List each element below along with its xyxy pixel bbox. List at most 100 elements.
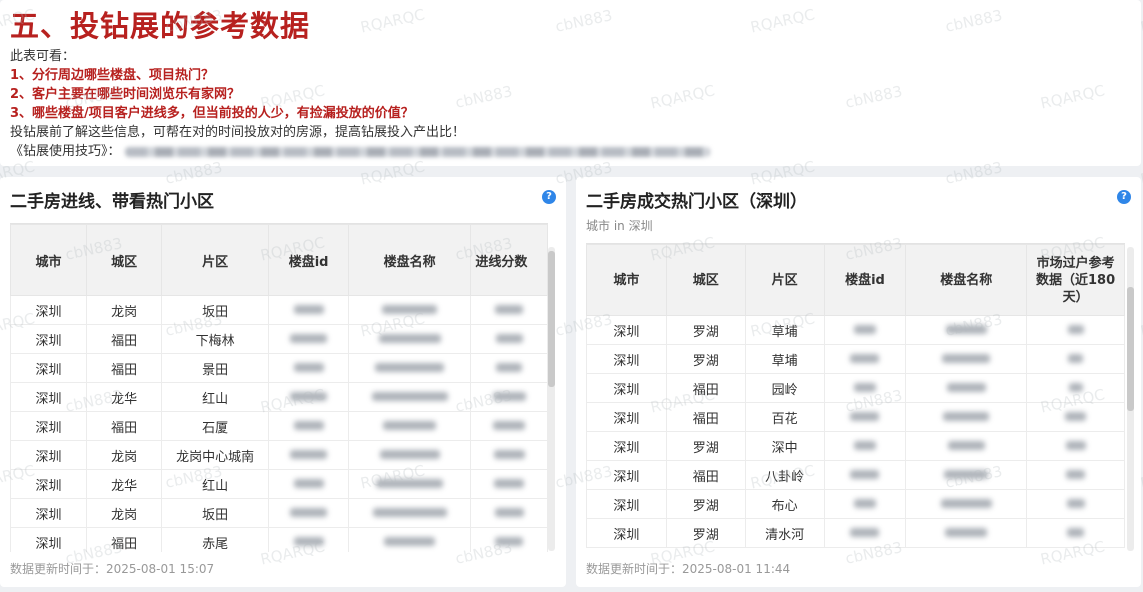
table-row[interactable]: 深圳 龙岗 坂田 — [10, 295, 548, 325]
cell-district: 龙岗 — [86, 498, 163, 528]
cell-blurred — [470, 527, 548, 552]
redacted-value — [850, 411, 880, 421]
table-row[interactable]: 深圳 福田 百花 — [586, 402, 1125, 432]
redacted-value — [496, 362, 523, 372]
cell-area: 红山 — [161, 382, 270, 412]
intro-text: 此表可看： — [10, 49, 76, 64]
table-row[interactable]: 深圳 福田 景田 — [10, 353, 548, 383]
table-row[interactable]: 深圳 罗湖 清水河 — [586, 518, 1125, 548]
cell-blurred — [905, 315, 1028, 345]
redacted-value — [947, 440, 985, 450]
right-scroll-thumb[interactable] — [1127, 287, 1134, 411]
col-lead-score[interactable]: 进线分数 — [470, 224, 548, 296]
cell-district: 福田 — [665, 373, 746, 403]
right-panel-title: 二手房成交热门小区（深圳） — [586, 192, 807, 212]
col-city[interactable]: 城市 — [586, 244, 667, 316]
cell-district: 龙岗 — [86, 440, 163, 470]
cell-blurred — [823, 431, 907, 461]
table-row[interactable]: 深圳 福田 赤尾 — [10, 527, 548, 552]
table-row[interactable]: 深圳 罗湖 布心 — [586, 489, 1125, 519]
table-row[interactable]: 深圳 福田 石厦 — [10, 411, 548, 441]
table-row[interactable]: 深圳 福田 八卦岭 — [586, 460, 1125, 490]
cell-blurred — [347, 440, 472, 470]
cell-blurred — [470, 295, 548, 325]
left-table: 城市 城区 片区 楼盘id 楼盘名称 进线分数 深圳 龙岗 坂田 深圳 福田 下梅林 深圳福… — [10, 224, 548, 552]
col-transfer-data[interactable]: 市场过户参考数据（近180天） — [1026, 244, 1125, 316]
table-row[interactable]: 深圳 龙岗 坂田 — [10, 498, 548, 528]
col-city[interactable]: 城市 — [10, 224, 88, 296]
question-circle-icon[interactable]: ? — [1117, 190, 1131, 204]
redacted-value — [945, 527, 988, 537]
point-3: 3、哪些楼盘/项目客户进线多，但当前投的人少，有捡漏投放的价值？ — [10, 106, 414, 121]
redacted-value — [493, 449, 525, 459]
col-estate-id[interactable]: 楼盘id — [268, 224, 349, 296]
redacted-value — [1067, 527, 1085, 537]
redacted-value — [853, 382, 876, 392]
cell-blurred — [1026, 373, 1125, 403]
col-area[interactable]: 片区 — [161, 224, 270, 296]
col-estate-name[interactable]: 楼盘名称 — [905, 244, 1028, 316]
redacted-value — [290, 391, 328, 401]
tips-link-blurred[interactable] — [124, 146, 710, 157]
cell-area: 景田 — [161, 353, 270, 383]
right-scrollbar[interactable] — [1127, 247, 1134, 551]
cell-blurred — [470, 440, 548, 470]
cell-area: 布心 — [744, 489, 825, 519]
left-scroll-thumb[interactable] — [548, 251, 555, 387]
tips-label: 《钻展使用技巧》： — [10, 144, 121, 159]
question-circle-icon[interactable]: ? — [542, 190, 556, 204]
cell-district: 福田 — [665, 402, 746, 432]
col-district[interactable]: 城区 — [665, 244, 746, 316]
col-area[interactable]: 片区 — [744, 244, 825, 316]
cell-blurred — [905, 489, 1028, 519]
redacted-value — [853, 498, 876, 508]
cell-blurred — [823, 402, 907, 432]
cell-blurred — [347, 411, 472, 441]
redacted-value — [290, 507, 328, 517]
redacted-value — [853, 440, 876, 450]
redacted-value — [293, 304, 324, 314]
cell-district: 罗湖 — [665, 489, 746, 519]
cell-blurred — [905, 373, 1028, 403]
col-estate-id[interactable]: 楼盘id — [823, 244, 907, 316]
redacted-value — [945, 324, 987, 334]
redacted-value — [379, 449, 440, 459]
col-district[interactable]: 城区 — [86, 224, 163, 296]
redacted-value — [290, 449, 328, 459]
cell-blurred — [823, 373, 907, 403]
table-row[interactable]: 深圳 罗湖 草埔 — [586, 344, 1125, 374]
table-row[interactable]: 深圳 龙华 红山 — [10, 469, 548, 499]
col-estate-name[interactable]: 楼盘名称 — [347, 224, 472, 296]
table-row[interactable]: 深圳 福田 下梅林 — [10, 324, 548, 354]
redacted-value — [850, 353, 880, 363]
cell-blurred — [347, 295, 472, 325]
cell-blurred — [1026, 431, 1125, 461]
table-row[interactable]: 深圳 罗湖 深中 — [586, 431, 1125, 461]
cell-city: 深圳 — [586, 489, 667, 519]
cell-blurred — [1026, 489, 1125, 519]
cell-area: 龙岗中心城南 — [161, 440, 270, 470]
intro-card: 五、投钻展的参考数据 此表可看： 1、分行周边哪些楼盘、项目热门？ 2、客户主要… — [0, 0, 1141, 166]
cell-area: 石厦 — [161, 411, 270, 441]
table-row[interactable]: 深圳 龙华 红山 — [10, 382, 548, 412]
redacted-value — [850, 469, 880, 479]
cell-blurred — [823, 344, 907, 374]
table-row[interactable]: 深圳 福田 园岭 — [586, 373, 1125, 403]
table-header-row: 城市 城区 片区 楼盘id 楼盘名称 进线分数 — [10, 224, 548, 296]
redacted-value — [378, 333, 441, 343]
left-scrollbar[interactable] — [548, 247, 555, 551]
cell-city: 深圳 — [586, 431, 667, 461]
point-2: 2、客户主要在哪些时间浏览乐有家网？ — [10, 87, 241, 102]
cell-district: 福田 — [86, 527, 163, 552]
table-row[interactable]: 深圳 龙岗 龙岗中心城南 — [10, 440, 548, 470]
cell-district: 福田 — [665, 460, 746, 490]
cell-blurred — [268, 440, 349, 470]
cell-blurred — [905, 431, 1028, 461]
right-table: 城市 城区 片区 楼盘id 楼盘名称 市场过户参考数据（近180天） 深圳 罗湖草… — [586, 244, 1125, 548]
table-row[interactable]: 深圳 罗湖 草埔 — [586, 315, 1125, 345]
cell-blurred — [470, 382, 548, 412]
tips-line: 《钻展使用技巧》： — [10, 142, 1131, 161]
cell-city: 深圳 — [586, 373, 667, 403]
redacted-value — [492, 391, 526, 401]
cell-blurred — [347, 527, 472, 552]
